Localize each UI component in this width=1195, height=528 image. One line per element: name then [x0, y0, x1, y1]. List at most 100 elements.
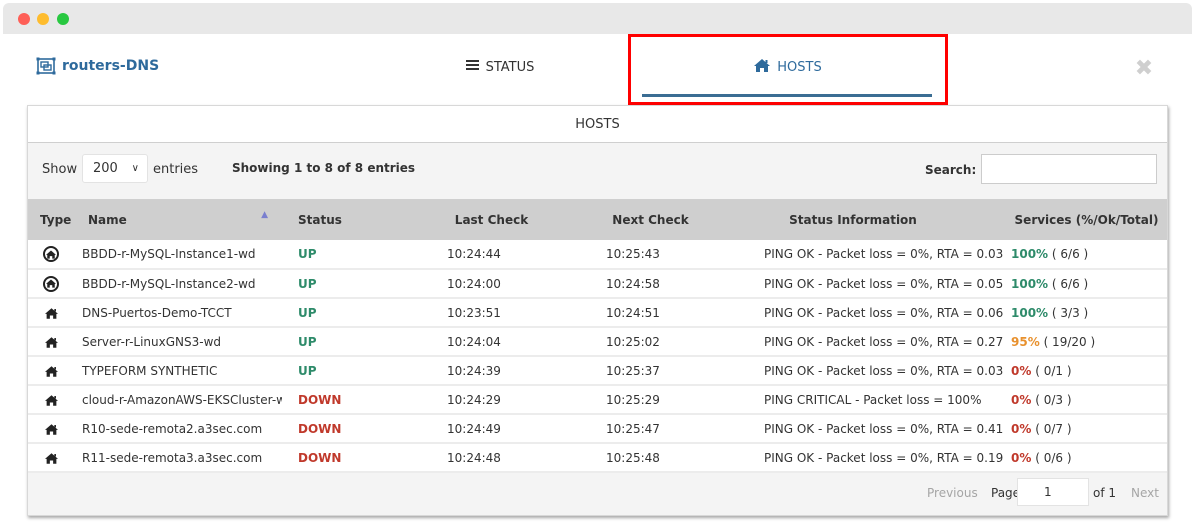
status-information: PING OK - Packet loss = 0%, RTA = 0.27 m… — [764, 334, 1006, 349]
services-percent: 100% — [1011, 247, 1049, 261]
services-count: ( 0/6 ) — [1035, 450, 1072, 465]
column-header-next-check[interactable]: Next Check — [601, 199, 760, 240]
status-information: PING CRITICAL - Packet loss = 100% — [764, 392, 982, 407]
host-row[interactable]: DNS-Puertos-Demo-TCCT UP 10:23:51 10:24:51 P… — [28, 298, 1167, 327]
pagination: Previous Page 1 of 1 Next — [28, 472, 1167, 515]
host-row[interactable]: R10-sede-remota2.a3sec.com DOWN 10:24:49 10… — [28, 414, 1167, 443]
page-length-select[interactable]: 200 ∨ — [82, 154, 148, 183]
next-check: 10:25:43 — [606, 247, 660, 261]
home-icon — [44, 336, 58, 348]
chevron-down-icon: ∨ — [131, 163, 139, 174]
window-minimize-button[interactable] — [37, 13, 49, 25]
host-status-badge: UP — [298, 276, 317, 291]
column-header-name-label: Name — [88, 212, 127, 227]
host-row[interactable]: cloud-r-AmazonAWS-EKSCluster-wd DOWN 10:24… — [28, 385, 1167, 414]
previous-page-button[interactable]: Previous — [927, 486, 978, 500]
host-row[interactable]: BBDD-r-MySQL-Instance1-wd UP 10:24:44 10:25… — [28, 240, 1167, 269]
next-check: 10:25:02 — [606, 334, 660, 349]
host-row[interactable]: Server-r-LinuxGNS3-wd UP 10:24:04 10:25:02 P… — [28, 327, 1167, 356]
status-information: PING OK - Packet loss = 0%, RTA = 0.05 m… — [764, 276, 1006, 291]
host-name[interactable]: TYPEFORM SYNTHETIC — [74, 356, 282, 385]
host-status-badge: DOWN — [298, 421, 342, 436]
column-header-type[interactable]: Type — [28, 199, 74, 240]
services-percent: 0% — [1011, 392, 1032, 407]
services-cell: 0% ( 0/6 ) — [1006, 443, 1167, 472]
services-cell: 100% ( 3/3 ) — [1006, 298, 1167, 327]
last-check: 10:24:44 — [447, 247, 501, 261]
show-label: Show — [42, 162, 78, 177]
next-check: 10:25:47 — [606, 421, 660, 436]
services-count: ( 6/6 ) — [1051, 276, 1089, 291]
window-close-button[interactable] — [18, 13, 30, 25]
page-length-value: 200 — [93, 161, 118, 176]
brand: routers-DNS — [36, 57, 159, 75]
host-name[interactable]: R10-sede-remota2.a3sec.com — [74, 414, 282, 443]
column-header-services[interactable]: Services (%/Ok/Total) — [1006, 199, 1167, 240]
tab-status[interactable]: STATUS — [440, 34, 560, 100]
services-cell: 95% ( 19/20 ) — [1006, 327, 1167, 356]
object-group-icon — [36, 57, 56, 75]
services-count: ( 0/7 ) — [1035, 421, 1072, 436]
host-type-cell — [28, 298, 74, 327]
host-name[interactable]: cloud-r-AmazonAWS-EKSCluster-wd — [74, 385, 282, 414]
services-percent: 0% — [1011, 421, 1032, 436]
host-type-cell — [28, 356, 74, 385]
host-name[interactable]: DNS-Puertos-Demo-TCCT — [74, 298, 282, 327]
host-status-badge: DOWN — [298, 392, 342, 407]
services-cell: 100% ( 6/6 ) — [1006, 240, 1167, 269]
services-count: ( 19/20 ) — [1043, 334, 1096, 349]
tab-status-label: STATUS — [485, 59, 535, 75]
last-check: 10:24:39 — [447, 363, 501, 378]
column-header-last-check[interactable]: Last Check — [442, 199, 601, 240]
services-percent: 0% — [1011, 363, 1032, 378]
status-information: PING OK - Packet loss = 0%, RTA = 0.19 m… — [764, 450, 1006, 465]
services-cell: 100% ( 6/6 ) — [1006, 269, 1167, 298]
tab-hosts[interactable]: HOSTS — [628, 34, 948, 100]
home-icon — [44, 394, 58, 406]
host-name[interactable]: Server-r-LinuxGNS3-wd — [74, 327, 282, 356]
services-count: ( 0/3 ) — [1035, 392, 1072, 407]
close-icon[interactable]: ✖ — [1134, 58, 1154, 80]
last-check: 10:24:04 — [447, 334, 501, 349]
search-label: Search: — [925, 163, 977, 177]
home-circle-icon — [43, 275, 59, 292]
table-header: Type Name ▲ Status Last Check Next Check … — [28, 199, 1167, 240]
host-name[interactable]: R11-sede-remota3.a3sec.com — [74, 443, 282, 472]
next-page-button[interactable]: Next — [1131, 486, 1159, 500]
next-check: 10:24:51 — [606, 305, 660, 320]
host-type-cell — [28, 327, 74, 356]
host-status-badge: UP — [298, 247, 317, 261]
host-row[interactable]: TYPEFORM SYNTHETIC UP 10:24:39 10:25:37 PING… — [28, 356, 1167, 385]
services-count: ( 6/6 ) — [1051, 247, 1089, 261]
host-status-badge: UP — [298, 363, 317, 378]
host-name[interactable]: BBDD-r-MySQL-Instance1-wd — [74, 240, 282, 269]
host-type-cell — [28, 240, 74, 269]
search-input[interactable] — [981, 154, 1157, 184]
next-check: 10:24:58 — [606, 276, 660, 291]
home-icon — [754, 58, 771, 76]
tab-hosts-label: HOSTS — [777, 59, 822, 75]
host-type-cell — [28, 443, 74, 472]
host-row[interactable]: BBDD-r-MySQL-Instance2-wd UP 10:24:00 10:24… — [28, 269, 1167, 298]
column-header-status-information[interactable]: Status Information — [760, 199, 1006, 240]
status-information: PING OK - Packet loss = 0%, RTA = 0.06 m… — [764, 305, 1006, 320]
page-label: Page — [991, 486, 1021, 500]
column-header-status[interactable]: Status — [282, 199, 442, 240]
page-total: of 1 — [1093, 486, 1117, 500]
column-header-name[interactable]: Name ▲ — [74, 199, 282, 240]
host-type-cell — [28, 269, 74, 298]
table-info: Showing 1 to 8 of 8 entries — [232, 161, 416, 175]
bars-icon — [465, 59, 479, 75]
window-maximize-button[interactable] — [57, 13, 69, 25]
host-status-badge: DOWN — [298, 450, 342, 465]
page-number-input[interactable]: 1 — [1017, 478, 1089, 506]
services-count: ( 0/1 ) — [1035, 363, 1072, 378]
host-row[interactable]: R11-sede-remota3.a3sec.com DOWN 10:24:48 10… — [28, 443, 1167, 472]
host-name[interactable]: BBDD-r-MySQL-Instance2-wd — [74, 269, 282, 298]
status-information: PING OK - Packet loss = 0%, RTA = 0.41 m… — [764, 421, 1006, 436]
hosts-panel: HOSTS Show 200 ∨ entries Showing 1 to 8 … — [27, 105, 1168, 516]
brand-title: routers-DNS — [62, 58, 160, 74]
next-check: 10:25:37 — [606, 363, 660, 378]
host-status-badge: UP — [298, 334, 317, 349]
panel-title: HOSTS — [28, 106, 1167, 143]
